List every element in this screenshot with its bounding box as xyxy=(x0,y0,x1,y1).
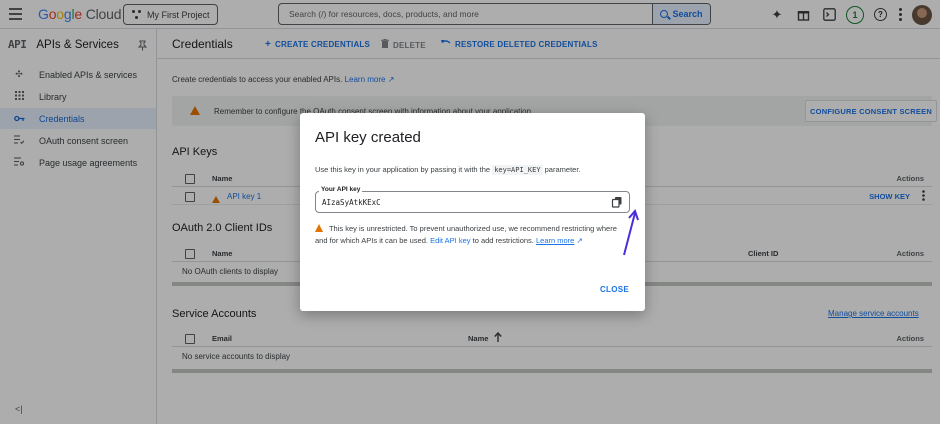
close-button[interactable]: CLOSE xyxy=(600,285,629,294)
annotation-arrow-icon xyxy=(623,209,639,256)
learn-more-link[interactable]: Learn more xyxy=(536,236,574,245)
warning-icon xyxy=(315,224,323,232)
edit-api-key-link[interactable]: Edit API key xyxy=(430,236,470,245)
api-key-value[interactable]: AIzaSyAtkKExC xyxy=(322,198,381,207)
key-param-code: key=API_KEY xyxy=(492,165,543,175)
unrestricted-warning: This key is unrestricted. To prevent una… xyxy=(315,224,617,245)
api-key-created-dialog: API key created Use this key in your app… xyxy=(300,113,645,311)
external-link-icon: ↗ xyxy=(576,236,583,245)
api-key-label: Your API key xyxy=(319,186,363,193)
dialog-description: Use this key in your application by pass… xyxy=(315,165,581,175)
dialog-title: API key created xyxy=(315,129,421,146)
api-key-field[interactable]: Your API key AIzaSyAtkKExC xyxy=(315,186,630,213)
